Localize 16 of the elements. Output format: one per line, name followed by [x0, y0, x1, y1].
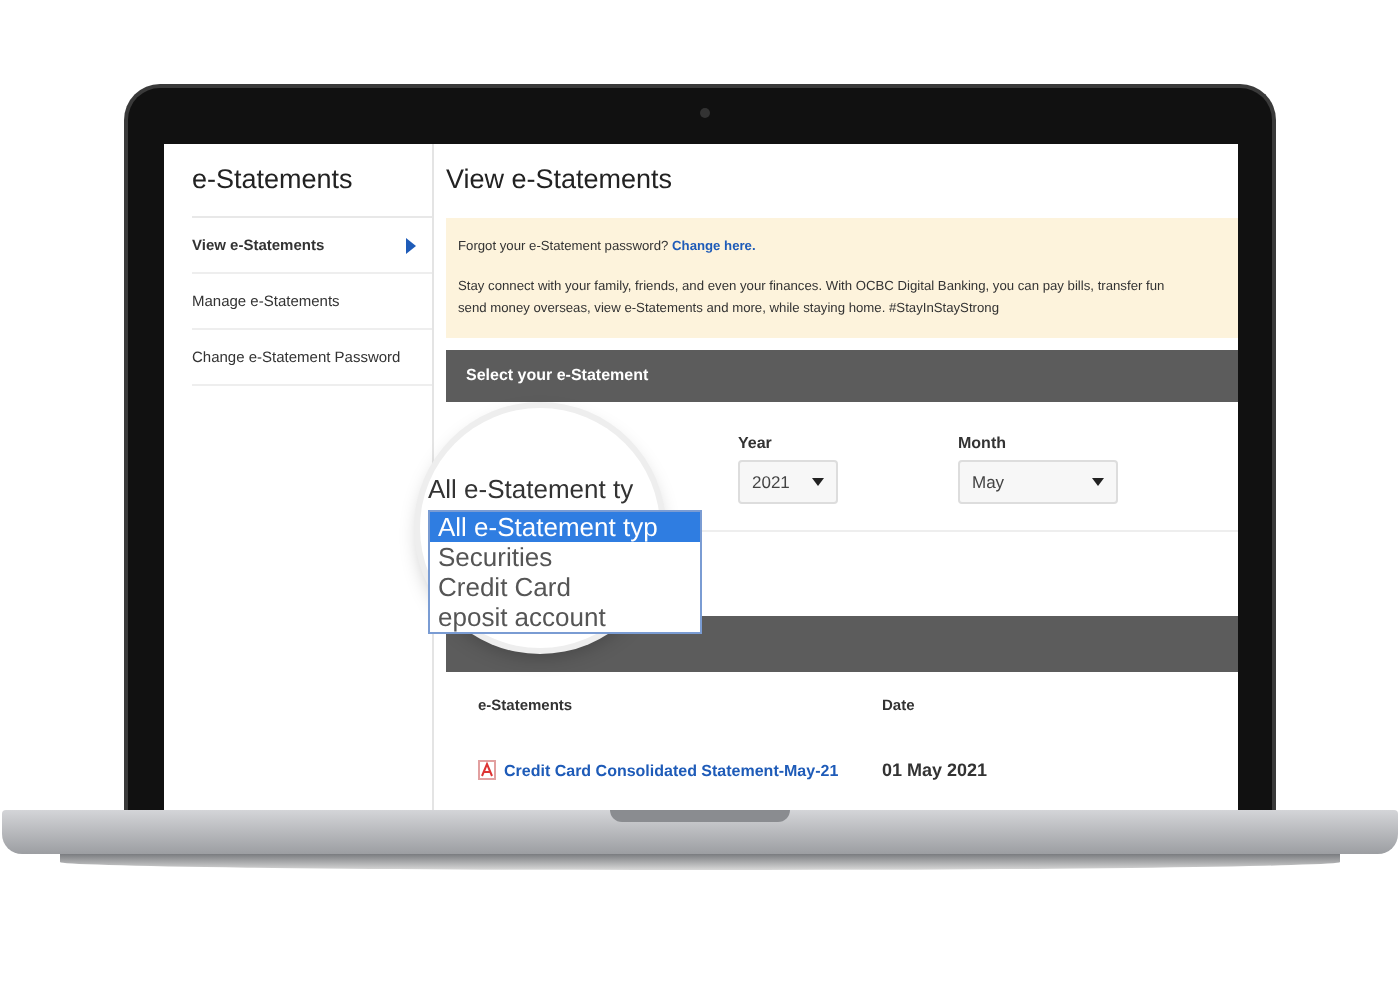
- section-header: Select your e-Statement: [446, 350, 1238, 402]
- field-label: Year: [738, 434, 774, 452]
- pdf-icon: [478, 760, 496, 780]
- year-select[interactable]: 2021: [738, 460, 838, 504]
- field-label: Month: [958, 434, 1008, 452]
- dropdown-option[interactable]: All e-Statement typ: [430, 512, 700, 542]
- table-cell-text: 01 May 2021: [882, 760, 990, 780]
- sidebar-title: e-Statements: [192, 164, 432, 218]
- camera-icon: [700, 108, 710, 118]
- caret-icon: [812, 478, 824, 486]
- arrow-icon: [406, 237, 416, 253]
- caret-icon: [1092, 478, 1104, 486]
- month-select[interactable]: May: [958, 460, 1118, 504]
- statement-link[interactable]: Credit Card Consolidated Statement-May-21: [504, 761, 882, 779]
- type-select[interactable]: All e-Statement ty: [428, 464, 698, 512]
- page-title: View e-Statements: [446, 164, 675, 194]
